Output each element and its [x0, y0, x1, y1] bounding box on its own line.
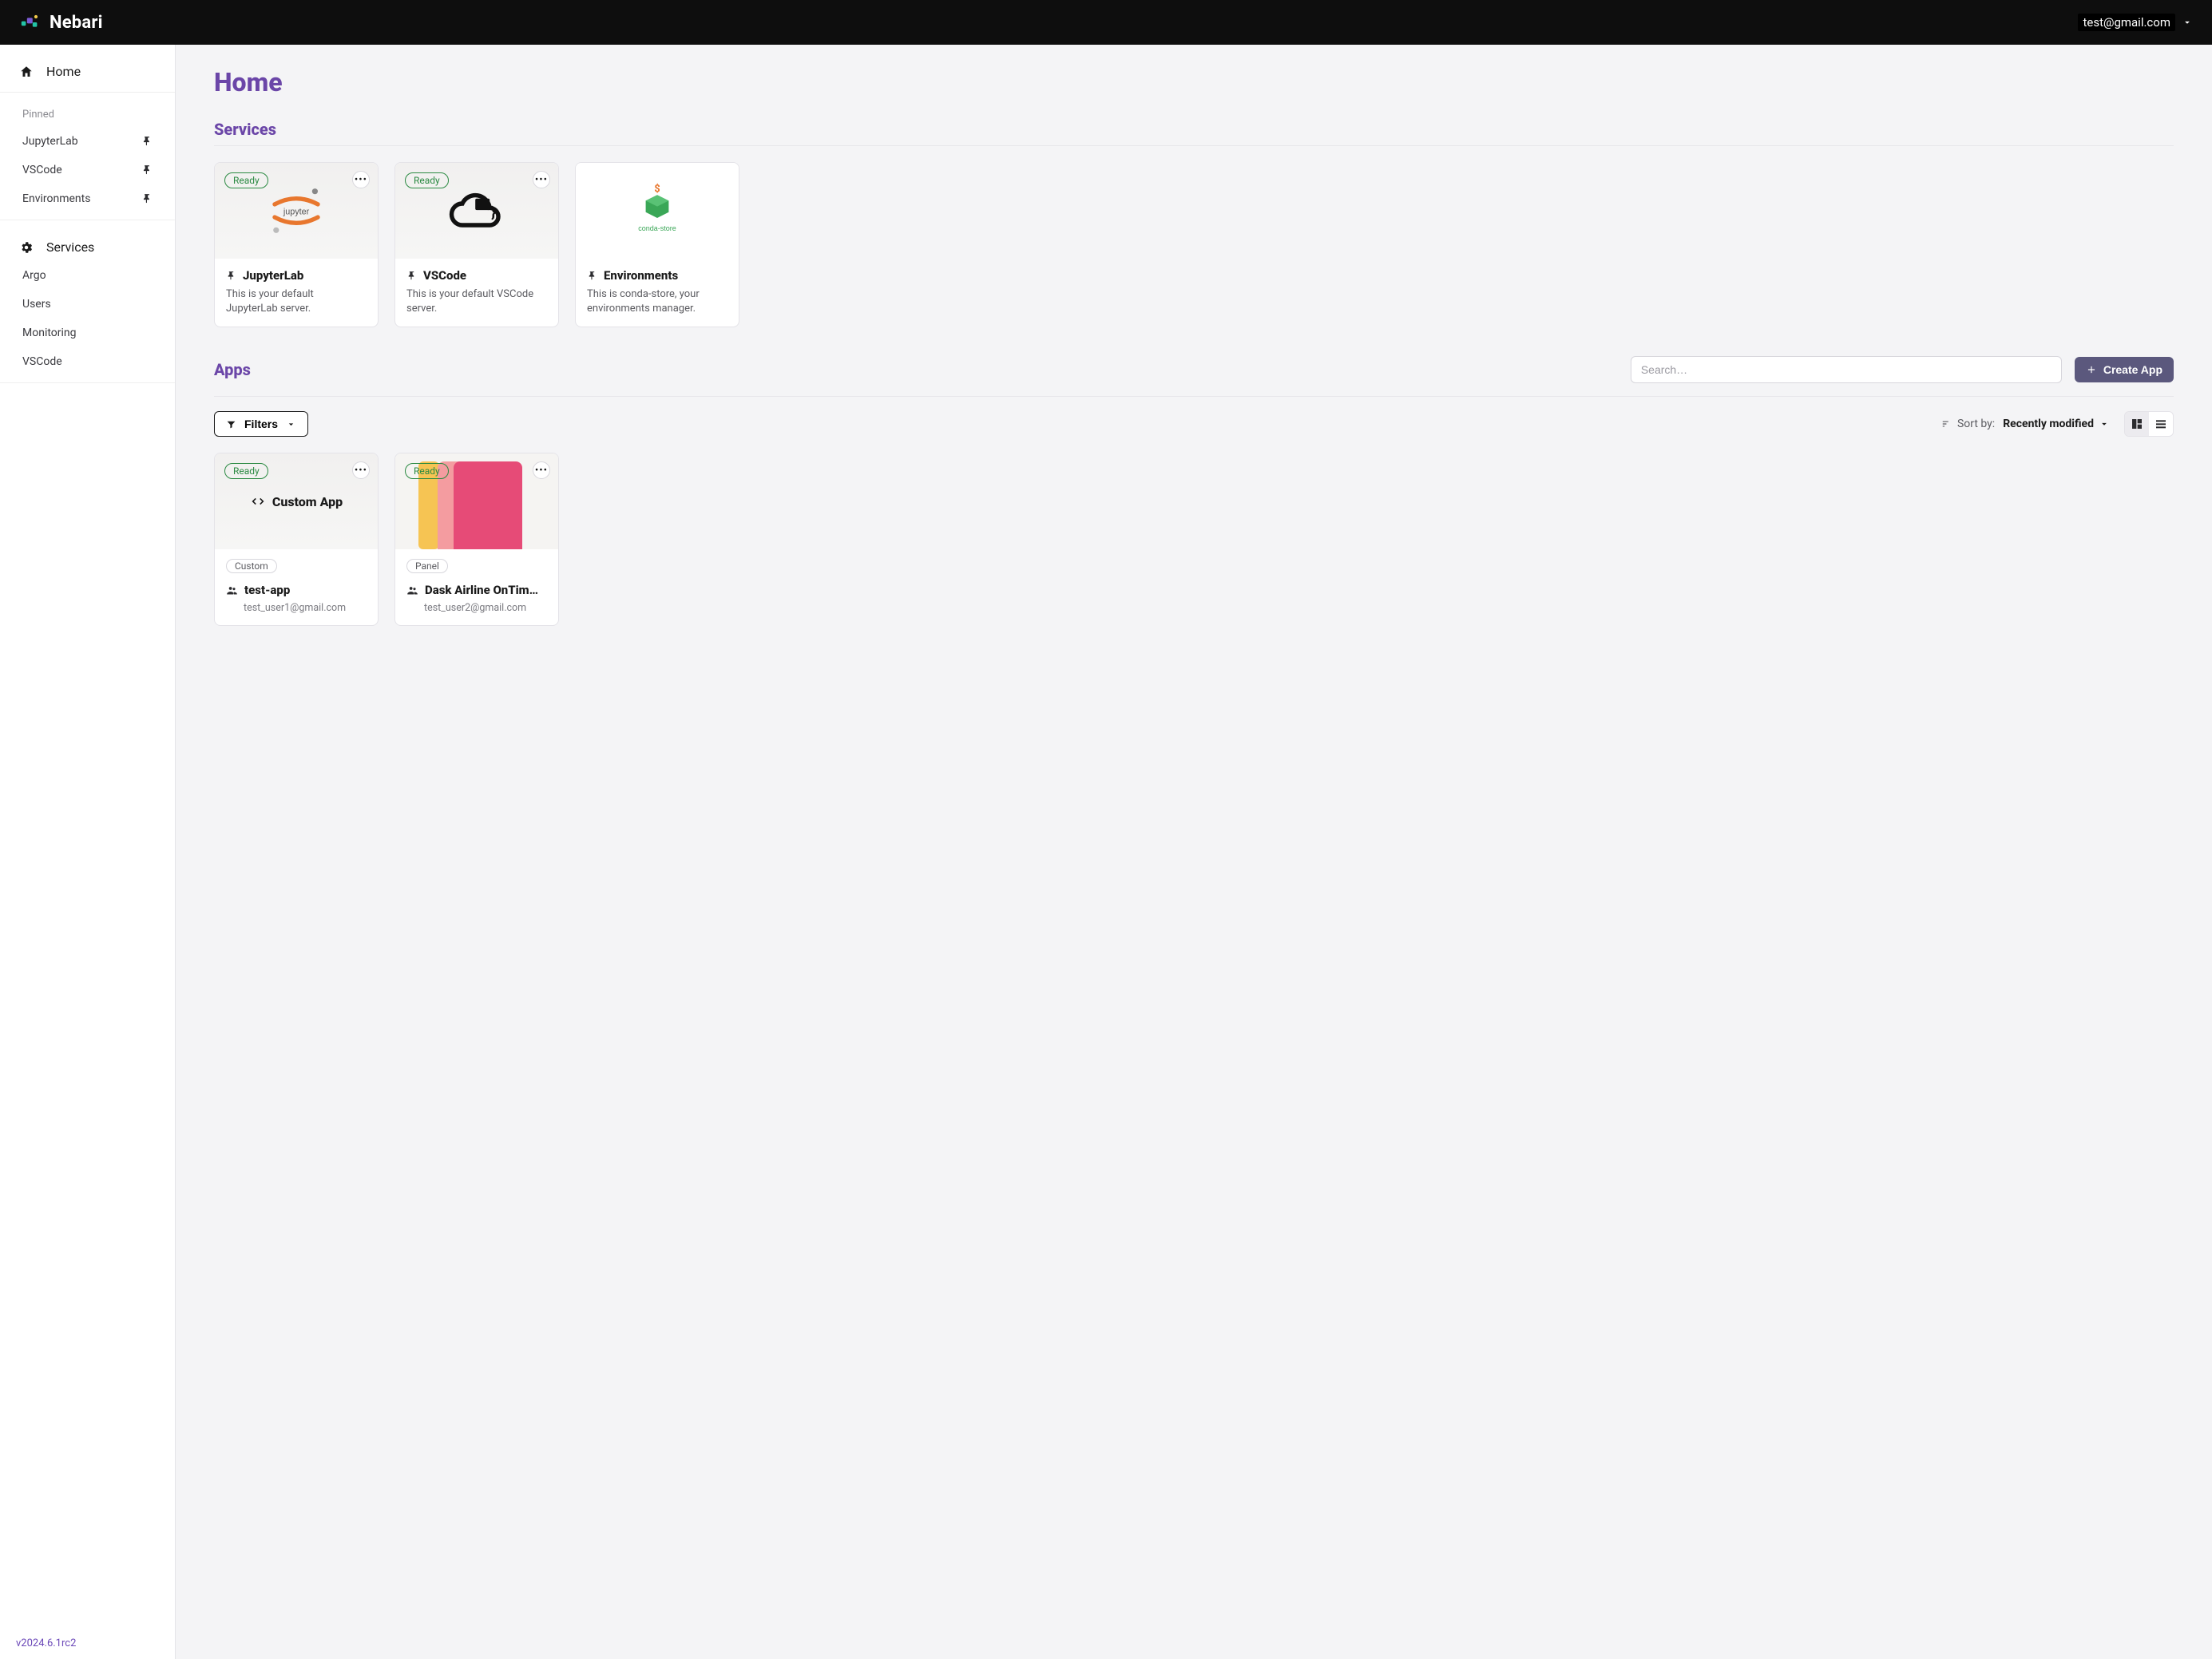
chevron-down-icon	[2182, 17, 2193, 28]
sidebar-item-jupyterlab[interactable]: JupyterLab	[0, 127, 175, 156]
sidebar-item-argo[interactable]: Argo	[0, 261, 175, 290]
status-badge: Ready	[405, 172, 449, 188]
filters-button[interactable]: Filters	[214, 411, 308, 437]
svg-text:jupyter: jupyter	[283, 208, 310, 217]
sort-dropdown[interactable]: Recently modified	[2003, 418, 2110, 430]
search-wrap	[1631, 356, 2062, 383]
create-app-button[interactable]: Create App	[2075, 357, 2174, 382]
pin-icon	[141, 193, 153, 204]
list-view-button[interactable]	[2149, 412, 2173, 436]
code-icon	[250, 493, 266, 509]
sidebar-home-label: Home	[46, 64, 81, 79]
apps-toolbar: Apps Create App	[214, 356, 2174, 383]
more-icon: •••	[535, 175, 548, 185]
user-menu[interactable]: test@gmail.com	[2078, 14, 2193, 31]
apps-heading: Apps	[214, 360, 251, 379]
svg-text:conda-store: conda-store	[638, 224, 676, 232]
status-badge: Ready	[224, 172, 268, 188]
pin-icon	[141, 164, 153, 176]
topbar: Nebari test@gmail.com	[0, 0, 2212, 45]
services-heading: Services	[214, 120, 2174, 139]
sidebar-item-environments[interactable]: Environments	[0, 184, 175, 213]
services-grid: Ready ••• jupyter	[214, 162, 2174, 327]
card-title: Environments	[604, 268, 678, 283]
card-desc: This is your default VSCode server.	[406, 287, 547, 315]
home-icon	[19, 65, 34, 79]
card-owner: test_user1@gmail.com	[226, 602, 367, 614]
chevron-down-icon	[286, 419, 296, 430]
chevron-down-icon	[2099, 418, 2110, 430]
card-menu-button[interactable]: •••	[533, 461, 550, 479]
sort-icon	[1941, 418, 1952, 430]
gear-icon	[19, 240, 34, 255]
more-icon: •••	[535, 465, 548, 476]
card-title: Dask Airline OnTim…	[425, 583, 538, 597]
brand-name: Nebari	[50, 13, 103, 33]
card-desc: This is conda-store, your environments m…	[587, 287, 727, 315]
card-menu-button[interactable]: •••	[533, 171, 550, 188]
vscode-cloud-logo-icon: }	[441, 183, 513, 239]
sidebar-item-home[interactable]: Home	[0, 57, 175, 85]
view-toggle	[2124, 411, 2174, 437]
app-type-chip: Panel	[406, 559, 448, 573]
jupyter-logo-icon: jupyter	[260, 183, 332, 239]
sidebar-services-label: Services	[46, 240, 94, 255]
divider	[214, 396, 2174, 397]
pin-icon	[587, 271, 597, 281]
status-badge: Ready	[405, 463, 449, 479]
people-icon	[226, 584, 238, 596]
card-owner: test_user2@gmail.com	[406, 602, 547, 614]
pin-icon	[226, 271, 236, 281]
main: Home Services Ready ••• jupyter	[176, 45, 2212, 1659]
card-desc: This is your default JupyterLab server.	[226, 287, 367, 315]
card-menu-button[interactable]: •••	[352, 171, 370, 188]
sidebar-item-monitoring[interactable]: Monitoring	[0, 319, 175, 347]
sidebar-item-vscode[interactable]: VSCode	[0, 156, 175, 184]
sort-icon-label: Sort by:	[1941, 418, 1995, 430]
divider	[214, 145, 2174, 146]
card-menu-button[interactable]: •••	[352, 461, 370, 479]
version-footer: v2024.6.1rc2	[0, 1628, 175, 1659]
search-input[interactable]	[1631, 356, 2062, 383]
card-title: JupyterLab	[243, 268, 303, 283]
user-email: test@gmail.com	[2078, 14, 2175, 31]
svg-text:}: }	[491, 204, 496, 221]
service-card-jupyterlab[interactable]: Ready ••• jupyter	[214, 162, 379, 327]
more-icon: •••	[355, 175, 367, 185]
custom-app-thumb: Custom App	[250, 493, 343, 509]
apps-grid: Ready ••• Custom App Custom test-app tes…	[214, 453, 2174, 626]
more-icon: •••	[355, 465, 367, 476]
plus-icon	[2086, 364, 2097, 375]
status-badge: Ready	[224, 463, 268, 479]
list-icon	[2155, 418, 2167, 430]
app-type-chip: Custom	[226, 559, 277, 573]
service-card-vscode[interactable]: Ready ••• } VSCode This	[394, 162, 559, 327]
sidebar: Home Pinned JupyterLab VSCode Environmen…	[0, 45, 176, 1659]
pin-icon	[406, 271, 417, 281]
pinned-heading: Pinned	[0, 105, 175, 127]
apps-controls: Filters Sort by: Recently modified	[214, 411, 2174, 437]
pin-icon	[141, 136, 153, 147]
svg-text:$: $	[654, 184, 660, 196]
card-title: test-app	[244, 583, 290, 597]
nebari-logo-icon	[19, 11, 42, 34]
card-title: VSCode	[423, 268, 466, 283]
page-title: Home	[214, 67, 2174, 97]
filter-icon	[226, 419, 236, 430]
grid-view-button[interactable]	[2125, 412, 2149, 436]
grid-icon	[2131, 418, 2143, 430]
service-card-environments[interactable]: $ conda-store Environments This is conda…	[575, 162, 739, 327]
sidebar-item-users[interactable]: Users	[0, 290, 175, 319]
sidebar-item-vscode[interactable]: VSCode	[0, 347, 175, 376]
sidebar-section-services[interactable]: Services	[0, 233, 175, 261]
conda-store-logo-icon: $ conda-store	[621, 183, 693, 239]
brand[interactable]: Nebari	[19, 11, 103, 34]
app-card-dask-airline[interactable]: Ready ••• Panel Dask Airline OnTim…	[394, 453, 559, 626]
app-card-test-app[interactable]: Ready ••• Custom App Custom test-app tes…	[214, 453, 379, 626]
people-icon	[406, 584, 418, 596]
